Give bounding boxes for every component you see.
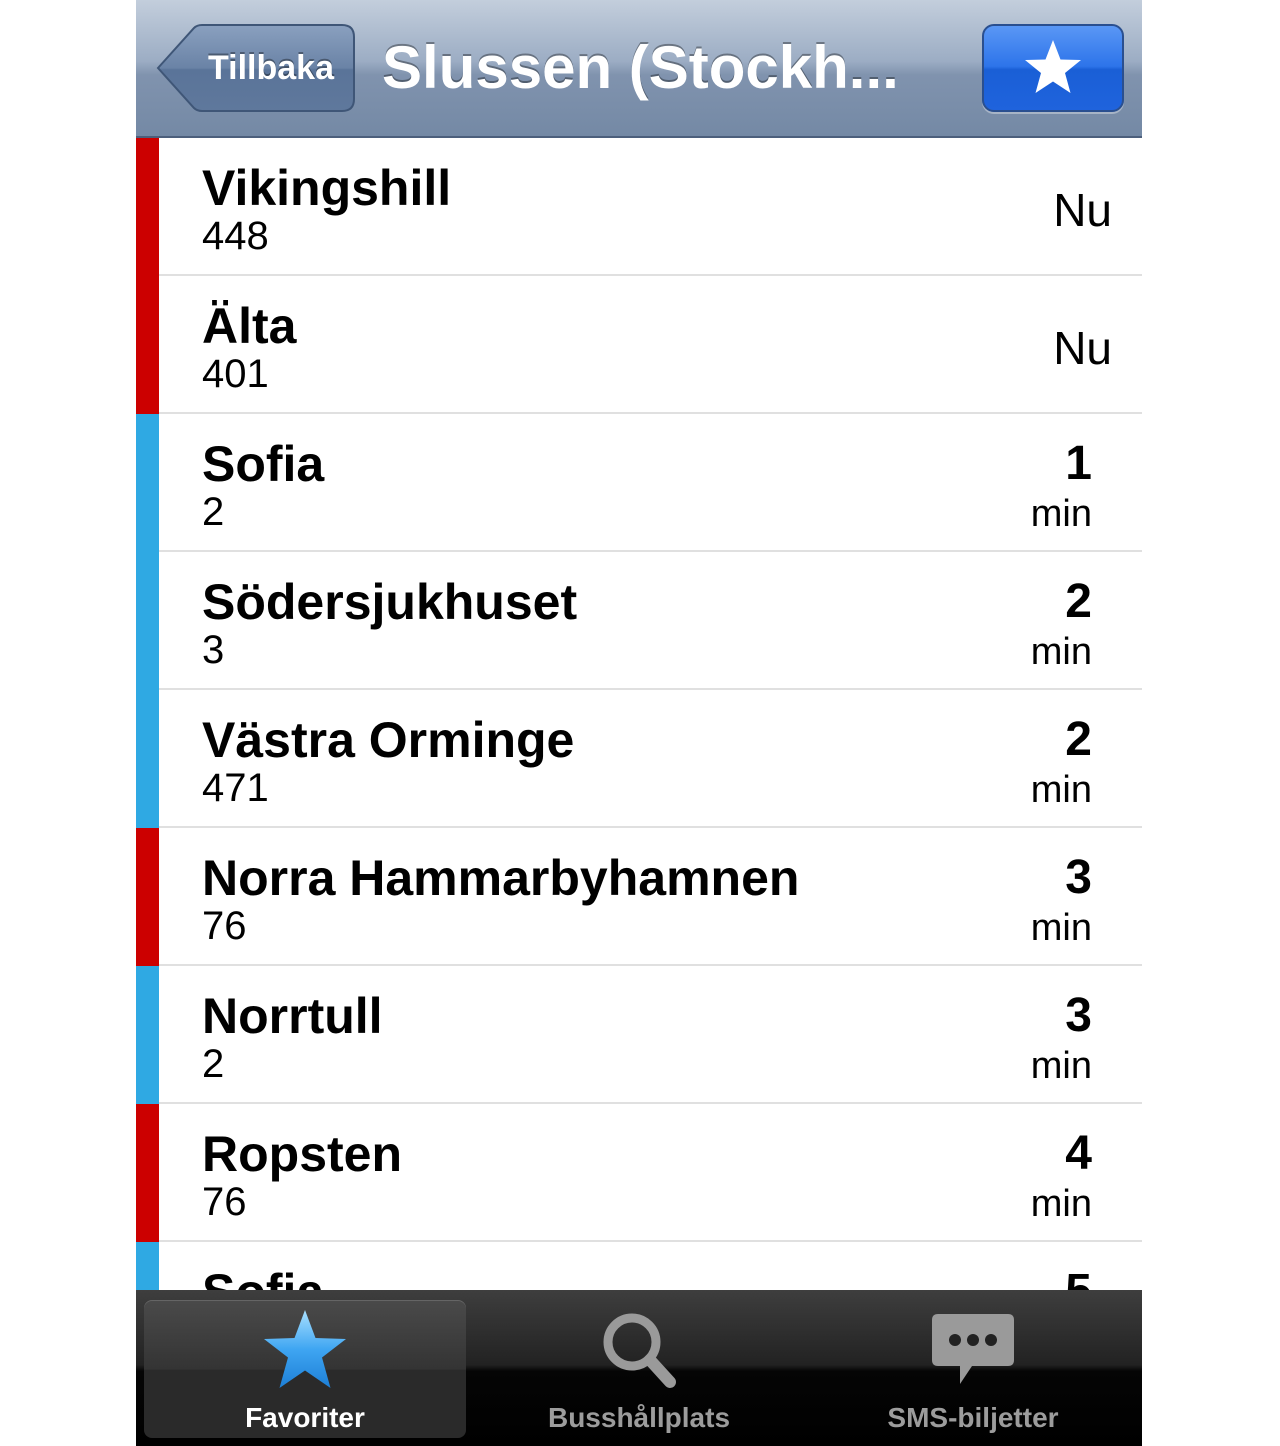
- departure-time-unit: min: [1030, 631, 1092, 673]
- departure-row[interactable]: Norrtull 2 3 min: [136, 966, 1142, 1104]
- destination-name: Älta: [202, 298, 297, 354]
- search-icon: [478, 1308, 800, 1398]
- departure-row[interactable]: Sofia5min: [136, 1242, 1142, 1290]
- line-number: 2: [202, 1042, 225, 1086]
- departure-time: Nu: [1053, 322, 1112, 374]
- speech-bubble-icon: [812, 1308, 1134, 1398]
- destination-name: Södersjukhuset: [202, 574, 578, 630]
- line-number: 76: [202, 1180, 247, 1224]
- departure-time: 1: [1065, 437, 1092, 490]
- destination-name: Ropsten: [202, 1126, 402, 1182]
- favorite-button[interactable]: [982, 24, 1124, 112]
- back-button[interactable]: Tillbaka: [156, 24, 356, 112]
- line-color-stripe: [136, 690, 159, 828]
- line-number: 471: [202, 766, 269, 810]
- departure-time-unit: min: [1030, 1045, 1092, 1087]
- tab-label: Favoriter: [245, 1402, 365, 1433]
- line-color-stripe: [136, 552, 159, 690]
- line-color-stripe: [136, 1242, 159, 1290]
- departure-row[interactable]: Sofia 2 1 min: [136, 414, 1142, 552]
- tab-label: SMS-biljetter: [887, 1402, 1059, 1433]
- destination-name: Vikingshill: [202, 160, 452, 216]
- departure-time-unit: min: [1030, 493, 1092, 535]
- page-title: Slussen (Stockh...: [382, 34, 899, 101]
- app-screen: Tillbaka Slussen (Stockh... Vikingshill 4…: [136, 0, 1142, 1446]
- navigation-bar: Tillbaka Slussen (Stockh...: [136, 0, 1142, 138]
- departure-time: 3: [1065, 989, 1092, 1042]
- line-color-stripe: [136, 966, 159, 1104]
- departure-time: 2: [1065, 713, 1092, 766]
- star-icon: [1025, 40, 1081, 93]
- line-number: 2: [202, 490, 225, 534]
- destination-name: Norrtull: [202, 988, 383, 1044]
- departure-time: 3: [1065, 851, 1092, 904]
- line-number: 76: [202, 904, 247, 948]
- line-number: 448: [202, 214, 269, 258]
- departure-row[interactable]: Norra Hammarbyhamnen 76 3 min: [136, 828, 1142, 966]
- departure-time: 2: [1065, 575, 1092, 628]
- departure-row[interactable]: Södersjukhuset 3 2 min: [136, 552, 1142, 690]
- destination-name: Västra Orminge: [202, 712, 575, 768]
- destination-name: Sofia: [202, 436, 325, 492]
- departure-row[interactable]: Ropsten 76 4 min: [136, 1104, 1142, 1242]
- tab-busshallplats[interactable]: Busshållplats: [478, 1300, 800, 1438]
- back-button-label: Tillbaka: [208, 49, 334, 87]
- line-color-stripe: [136, 138, 159, 276]
- departure-time-unit: min: [1030, 907, 1092, 949]
- tab-label: Busshållplats: [547, 1402, 731, 1433]
- line-color-stripe: [136, 1104, 159, 1242]
- departure-time: 4: [1065, 1127, 1092, 1180]
- departure-row[interactable]: Älta 401 Nu: [136, 276, 1142, 414]
- departure-time: 5: [1065, 1266, 1092, 1291]
- star-icon: [144, 1308, 466, 1398]
- line-color-stripe: [136, 828, 159, 966]
- departure-list: Vikingshill 448 Nu Älta 401 Nu Sofia 2 1 min Söder…: [136, 138, 1142, 1290]
- line-number: 3: [202, 628, 225, 672]
- destination-name: Norra Hammarbyhamnen: [202, 850, 800, 906]
- departure-row[interactable]: Västra Orminge 471 2 min: [136, 690, 1142, 828]
- departure-row[interactable]: Vikingshill 448 Nu: [136, 138, 1142, 276]
- line-color-stripe: [136, 276, 159, 414]
- departure-time-unit: min: [1030, 1183, 1092, 1225]
- line-color-stripe: [136, 414, 159, 552]
- tab-favoriter[interactable]: Favoriter: [144, 1300, 466, 1438]
- tab-bar: Favoriter Busshållplats SMS-biljetter: [136, 1290, 1142, 1446]
- departure-time-unit: min: [1030, 769, 1092, 811]
- departure-time: Nu: [1053, 184, 1112, 236]
- line-number: 401: [202, 352, 269, 396]
- tab-sms-biljetter[interactable]: SMS-biljetter: [812, 1300, 1134, 1438]
- destination-name: Sofia: [202, 1264, 324, 1290]
